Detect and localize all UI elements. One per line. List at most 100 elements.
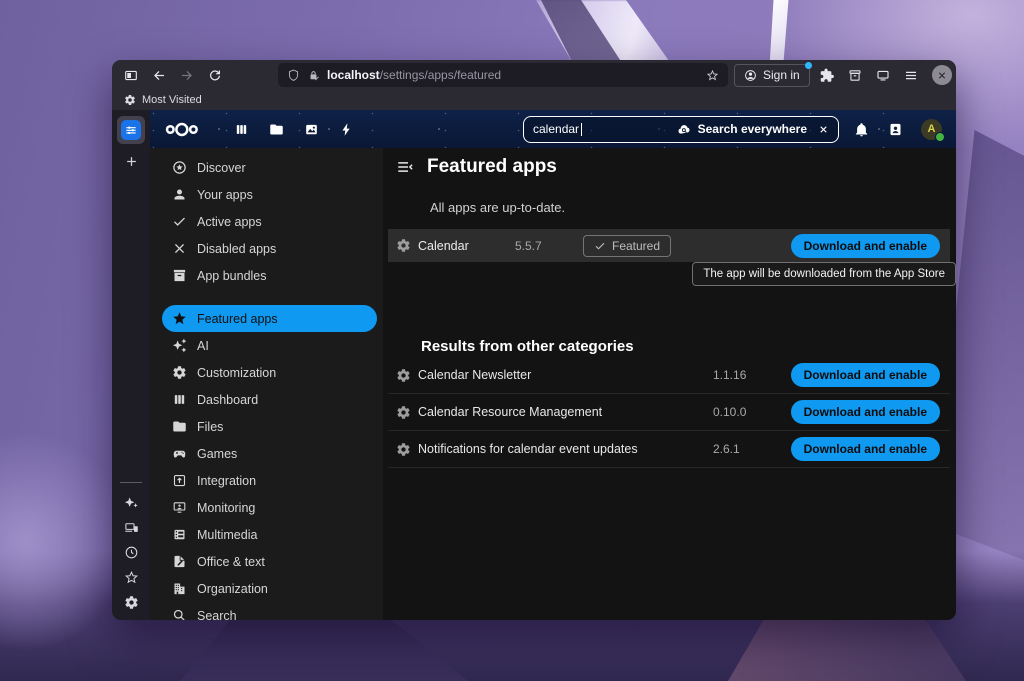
app-row-calendar[interactable]: Calendar 5.5.7 Featured Download and ena… [388, 229, 950, 262]
clear-search-icon[interactable] [818, 124, 829, 135]
sidebar-toggle-button[interactable] [120, 64, 142, 86]
app-row[interactable]: Calendar Resource Management 0.10.0 Down… [388, 394, 950, 431]
toggle-navigation-icon[interactable] [396, 158, 414, 176]
app-icon [396, 238, 411, 253]
sidebar-item-office-text[interactable]: Office & text [162, 548, 377, 575]
sidebar-item-search[interactable]: Search [162, 602, 377, 620]
most-visited-gear-icon [124, 94, 136, 106]
browser-window: localhost/settings/apps/featured Sign in… [112, 60, 956, 620]
download-enable-button[interactable]: Download and enable [791, 437, 940, 461]
most-visited-label[interactable]: Most Visited [142, 94, 202, 106]
app-icon [396, 368, 411, 383]
sidebar-item-label: Disabled apps [197, 242, 276, 256]
sidebar-item-label: Multimedia [197, 528, 257, 542]
sidebar-item-label: Your apps [197, 188, 253, 202]
sidebar-item-label: Files [197, 420, 223, 434]
bookmarks-star-icon[interactable] [124, 570, 139, 585]
url-path: /settings/apps/featured [380, 68, 501, 82]
online-status-dot [935, 132, 945, 142]
featured-badge-label: Featured [612, 239, 660, 253]
sidebar-item-customization[interactable]: Customization [162, 359, 377, 386]
sidebar-item-label: Games [197, 447, 237, 461]
extensions-button[interactable] [816, 64, 838, 86]
lock-insecure-icon[interactable] [307, 69, 320, 82]
history-clock-icon[interactable] [124, 545, 139, 560]
app-version: 2.6.1 [713, 442, 781, 456]
file-edit-icon [172, 554, 187, 569]
sidebar-item-your-apps[interactable]: Your apps [162, 181, 377, 208]
other-apps-list: Calendar Newsletter 1.1.16 Download and … [383, 357, 956, 468]
files-app-icon[interactable] [269, 122, 284, 137]
bookmark-star-icon[interactable] [706, 69, 719, 82]
library-button[interactable] [844, 64, 866, 86]
app-version: 0.10.0 [713, 405, 781, 419]
download-enable-button[interactable]: Download and enable [791, 400, 940, 424]
sidebar-item-label: Integration [197, 474, 256, 488]
sidebar-item-files[interactable]: Files [162, 413, 377, 440]
sidebar-item-games[interactable]: Games [162, 440, 377, 467]
columns-icon [172, 392, 187, 407]
settings-gear-icon[interactable] [124, 595, 139, 610]
download-enable-button[interactable]: Download and enable [791, 234, 940, 258]
dashboard-app-icon[interactable] [234, 122, 249, 137]
sidebar-item-label: Dashboard [197, 393, 258, 407]
sidebar-item-monitoring[interactable]: Monitoring [162, 494, 377, 521]
close-icon [172, 241, 187, 256]
app-row[interactable]: Notifications for calendar event updates… [388, 431, 950, 468]
activity-app-icon[interactable] [339, 122, 354, 137]
sidebar-item-multimedia[interactable]: Multimedia [162, 521, 377, 548]
app-row[interactable]: Calendar Newsletter 1.1.16 Download and … [388, 357, 950, 394]
tab-nextcloud-settings[interactable] [117, 116, 145, 144]
reload-button[interactable] [204, 64, 226, 86]
screens-button[interactable] [872, 64, 894, 86]
sidebar-item-dashboard[interactable]: Dashboard [162, 386, 377, 413]
back-button[interactable] [148, 64, 170, 86]
sidebar-item-active-apps[interactable]: Active apps [162, 208, 377, 235]
app-menu-button[interactable] [900, 64, 922, 86]
sidebar-item-disabled-apps[interactable]: Disabled apps [162, 235, 377, 262]
forward-button[interactable] [176, 64, 198, 86]
tracking-shield-icon[interactable] [287, 69, 300, 82]
sidebar-item-label: Discover [197, 161, 246, 175]
search-everywhere-label: Search everywhere [698, 122, 807, 136]
sidebar-item-label: AI [197, 339, 209, 353]
other-categories-title: Results from other categories [421, 338, 956, 353]
multimedia-icon [172, 527, 187, 542]
sidebar-item-label: Customization [197, 366, 276, 380]
download-enable-button[interactable]: Download and enable [791, 363, 940, 387]
sidebar-item-label: Search [197, 609, 237, 621]
sidebar-item-integration[interactable]: Integration [162, 467, 377, 494]
nextcloud-page: calendar Search everywhere A [150, 110, 956, 620]
star-circle-icon [172, 160, 187, 175]
sidebar-item-ai[interactable]: AI [162, 332, 377, 359]
url-text: localhost/settings/apps/featured [327, 68, 501, 82]
notifications-bell-icon[interactable] [854, 122, 869, 137]
signin-button[interactable]: Sign in [734, 64, 810, 87]
controller-icon [172, 446, 187, 461]
nextcloud-logo[interactable] [164, 119, 200, 140]
sidebar-item-label: Active apps [197, 215, 262, 229]
unified-search-input[interactable]: calendar Search everywhere [523, 116, 839, 143]
user-avatar[interactable]: A [921, 119, 942, 140]
ai-sparkle-icon[interactable] [124, 495, 139, 510]
sidebar-item-label: Monitoring [197, 501, 255, 515]
sidebar-item-app-bundles[interactable]: App bundles [162, 262, 377, 289]
cloud-search-icon [677, 122, 692, 137]
sparkles-icon [172, 338, 187, 353]
app-name: Notifications for calendar event updates [418, 442, 713, 456]
search-everywhere-button[interactable]: Search everywhere [677, 122, 807, 137]
contacts-icon[interactable] [888, 122, 903, 137]
package-up-icon [172, 473, 187, 488]
app-icon [396, 405, 411, 420]
building-icon [172, 581, 187, 596]
sidebar-item-discover[interactable]: Discover [162, 154, 377, 181]
sidebar-item-organization[interactable]: Organization [162, 575, 377, 602]
sidebar-item-featured-apps[interactable]: Featured apps [162, 305, 377, 332]
avatar-letter: A [928, 123, 936, 135]
photos-app-icon[interactable] [304, 122, 319, 137]
featured-badge: Featured [583, 235, 671, 257]
new-tab-button[interactable] [124, 154, 139, 169]
close-window-button[interactable] [932, 65, 952, 85]
url-bar[interactable]: localhost/settings/apps/featured [278, 63, 728, 87]
devices-icon[interactable] [124, 520, 139, 535]
